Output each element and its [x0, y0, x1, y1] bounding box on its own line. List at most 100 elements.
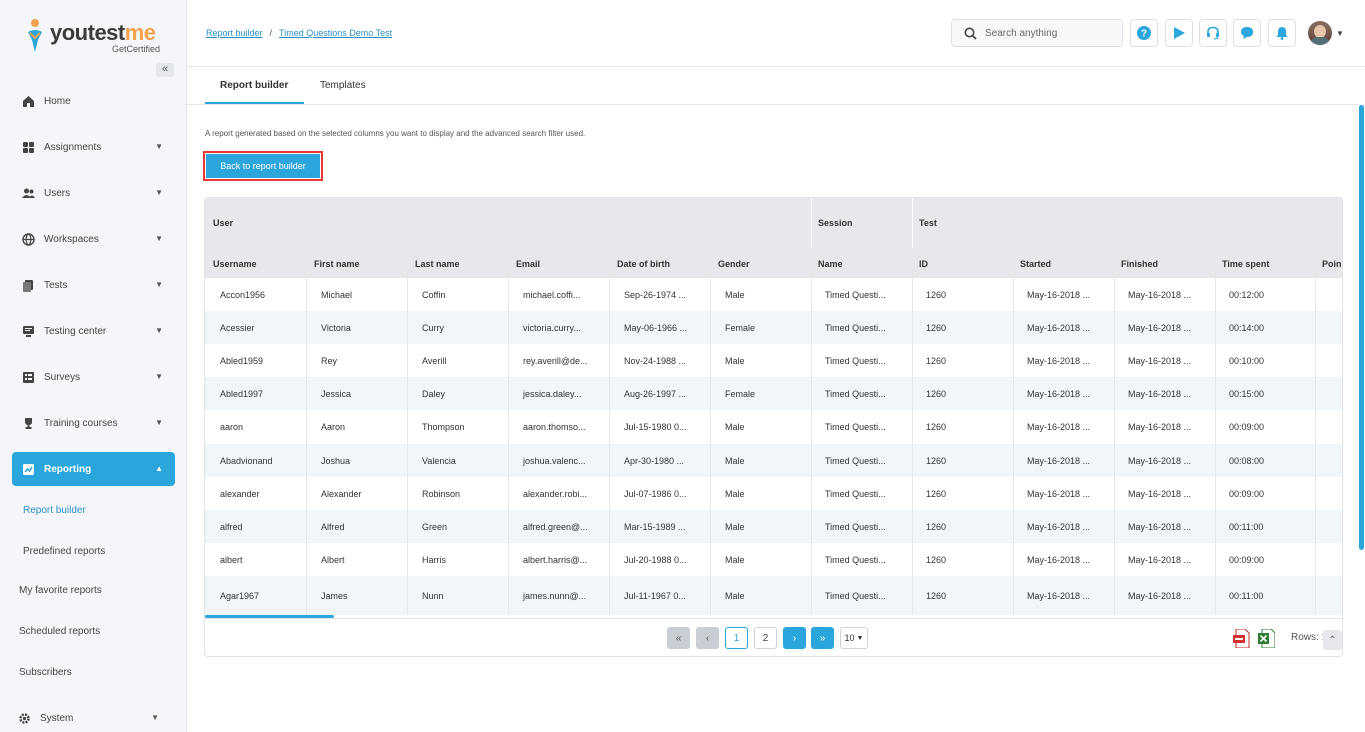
table-row[interactable]: aaron Aaron Thompson aaron.thomso... Jul-15-… — [205, 410, 1342, 444]
page-size-value: 10 — [844, 633, 855, 643]
cell-last-name: Harris — [422, 555, 446, 565]
cell-test-id: 1260 — [926, 555, 947, 565]
help-button[interactable]: ? — [1130, 19, 1158, 47]
sidebar-item-system[interactable]: System ▼ — [8, 701, 171, 732]
breadcrumb-link-report-builder[interactable]: Report builder — [206, 28, 263, 38]
sidebar-item-assignments[interactable]: Assignments ▼ — [12, 130, 175, 164]
column-header-finished[interactable]: Finished — [1121, 259, 1158, 269]
column-header-time-spent[interactable]: Time spent — [1222, 259, 1269, 269]
back-button-label: Back to report builder — [206, 154, 320, 178]
cell-username: alexander — [220, 489, 260, 499]
sidebar-item-surveys[interactable]: Surveys ▼ — [12, 360, 175, 394]
table-row[interactable]: alexander Alexander Robinson alexander.robi… — [205, 477, 1342, 510]
sidebar-subitem-predefined-reports[interactable]: Predefined reports — [23, 546, 105, 557]
table-row[interactable]: Abadvionand Joshua Valencia joshua.valenc..… — [205, 444, 1342, 477]
rows-count-label: Rows: 1 — [1291, 632, 1328, 643]
cell-finished: May-16-2018 ... — [1128, 356, 1192, 366]
cell-test-id: 1260 — [926, 422, 947, 432]
search-input[interactable]: Search anything — [951, 19, 1123, 47]
cell-time-spent: 00:10:00 — [1229, 356, 1265, 366]
chevron-down-icon[interactable]: ▼ — [1336, 29, 1344, 38]
cell-session-name: Timed Questi... — [825, 522, 886, 532]
first-page-button[interactable]: « — [667, 627, 690, 649]
sidebar-item-training-courses[interactable]: Training courses ▼ — [12, 406, 175, 440]
notifications-button[interactable] — [1268, 19, 1296, 47]
brand-logo[interactable]: youtestme GetCertified — [24, 16, 164, 56]
column-divider — [1013, 278, 1014, 615]
sidebar-item-my-favorite-reports[interactable]: My favorite reports — [19, 585, 102, 596]
column-header-points[interactable]: Poin — [1322, 259, 1342, 269]
table-row[interactable]: Abled1997 Jessica Daley jessica.daley... Aug… — [205, 377, 1342, 410]
cell-session-name: Timed Questi... — [825, 456, 886, 466]
sidebar-item-users[interactable]: Users ▼ — [12, 176, 175, 210]
sidebar-item-testing-center[interactable]: Testing center ▼ — [12, 314, 175, 348]
scroll-to-top-button[interactable]: ⌃ — [1323, 630, 1342, 650]
column-header-first-name[interactable]: First name — [314, 259, 360, 269]
column-divider — [508, 278, 509, 615]
column-header-last-name[interactable]: Last name — [415, 259, 460, 269]
column-header-test-id[interactable]: ID — [919, 259, 928, 269]
cell-gender: Male — [725, 356, 745, 366]
column-header-session-name[interactable]: Name — [818, 259, 843, 269]
column-divider — [912, 278, 913, 615]
column-header-date-of-birth[interactable]: Date of birth — [617, 259, 670, 269]
column-header-email[interactable]: Email — [516, 259, 540, 269]
page-2-button[interactable]: 2 — [754, 627, 777, 649]
sidebar-item-reporting[interactable]: Reporting ▲ — [12, 452, 175, 486]
next-page-button[interactable]: › — [783, 627, 806, 649]
collapse-sidebar-button[interactable]: « — [156, 63, 174, 77]
cell-finished: May-16-2018 ... — [1128, 591, 1192, 601]
users-icon — [22, 187, 35, 200]
tab-report-builder[interactable]: Report builder — [220, 80, 288, 91]
cell-gender: Male — [725, 456, 745, 466]
tab-templates[interactable]: Templates — [320, 80, 366, 91]
sidebar-item-label: Assignments — [44, 141, 102, 153]
cell-email: alfred.green@... — [523, 522, 588, 532]
cell-username: aaron — [220, 422, 244, 432]
previous-page-button[interactable]: ‹ — [696, 627, 719, 649]
cell-started: May-16-2018 ... — [1027, 456, 1091, 466]
search-placeholder: Search anything — [985, 27, 1058, 39]
export-pdf-icon[interactable] — [1233, 629, 1250, 648]
chevron-down-icon: ▼ — [151, 713, 159, 722]
column-header-username[interactable]: Username — [213, 259, 257, 269]
page-vertical-scrollbar[interactable] — [1359, 105, 1364, 550]
chevron-left-icon: ‹ — [705, 632, 710, 644]
sidebar-item-home[interactable]: Home — [12, 84, 175, 118]
sidebar-item-scheduled-reports[interactable]: Scheduled reports — [19, 626, 100, 637]
support-button[interactable] — [1199, 19, 1227, 47]
table-row[interactable]: Acessier Victoria Curry victoria.curry... Ma… — [205, 311, 1342, 344]
cell-gender: Male — [725, 489, 745, 499]
table-row[interactable]: alfred Alfred Green alfred.green@... Mar-15-… — [205, 510, 1342, 543]
column-header-gender[interactable]: Gender — [718, 259, 750, 269]
cell-time-spent: 00:09:00 — [1229, 555, 1265, 565]
cell-username: Accon1956 — [220, 290, 266, 300]
play-button[interactable] — [1165, 19, 1193, 47]
export-excel-icon[interactable] — [1258, 629, 1275, 648]
sidebar-item-tests[interactable]: Tests ▼ — [12, 268, 175, 302]
back-to-report-builder-button[interactable]: Back to report builder — [203, 151, 323, 181]
bell-icon — [1276, 27, 1288, 40]
table-row[interactable]: Abled1959 Rey Averill rey.averill@de... Nov-… — [205, 344, 1342, 377]
page-size-select[interactable]: 10 ▼ — [840, 627, 868, 649]
group-header-user: User — [213, 218, 234, 228]
table-row[interactable]: Agar1967 James Nunn james.nunn@... Jul-11-19… — [205, 576, 1342, 615]
cell-finished: May-16-2018 ... — [1128, 389, 1192, 399]
page-1-button[interactable]: 1 — [725, 627, 748, 649]
table-row[interactable]: albert Albert Harris albert.harris@... Jul-2… — [205, 543, 1342, 576]
column-divider — [609, 278, 610, 615]
sidebar-subitem-report-builder[interactable]: Report builder — [23, 505, 86, 516]
cell-test-id: 1260 — [926, 591, 947, 601]
sidebar-item-subscribers[interactable]: Subscribers — [19, 667, 72, 678]
chat-button[interactable] — [1233, 19, 1261, 47]
table-row[interactable]: Accon1956 Michael Coffin michael.coffi... Se… — [205, 278, 1342, 311]
last-page-button[interactable]: » — [811, 627, 834, 649]
column-header-started[interactable]: Started — [1020, 259, 1051, 269]
breadcrumb-link-test[interactable]: Timed Questions Demo Test — [279, 28, 392, 38]
user-avatar[interactable] — [1308, 21, 1332, 45]
cell-started: May-16-2018 ... — [1027, 555, 1091, 565]
logo-tagline: GetCertified — [111, 44, 160, 54]
cell-gender: Male — [725, 290, 745, 300]
cell-email: rey.averill@de... — [523, 356, 588, 366]
sidebar-item-workspaces[interactable]: Workspaces ▼ — [12, 222, 175, 256]
